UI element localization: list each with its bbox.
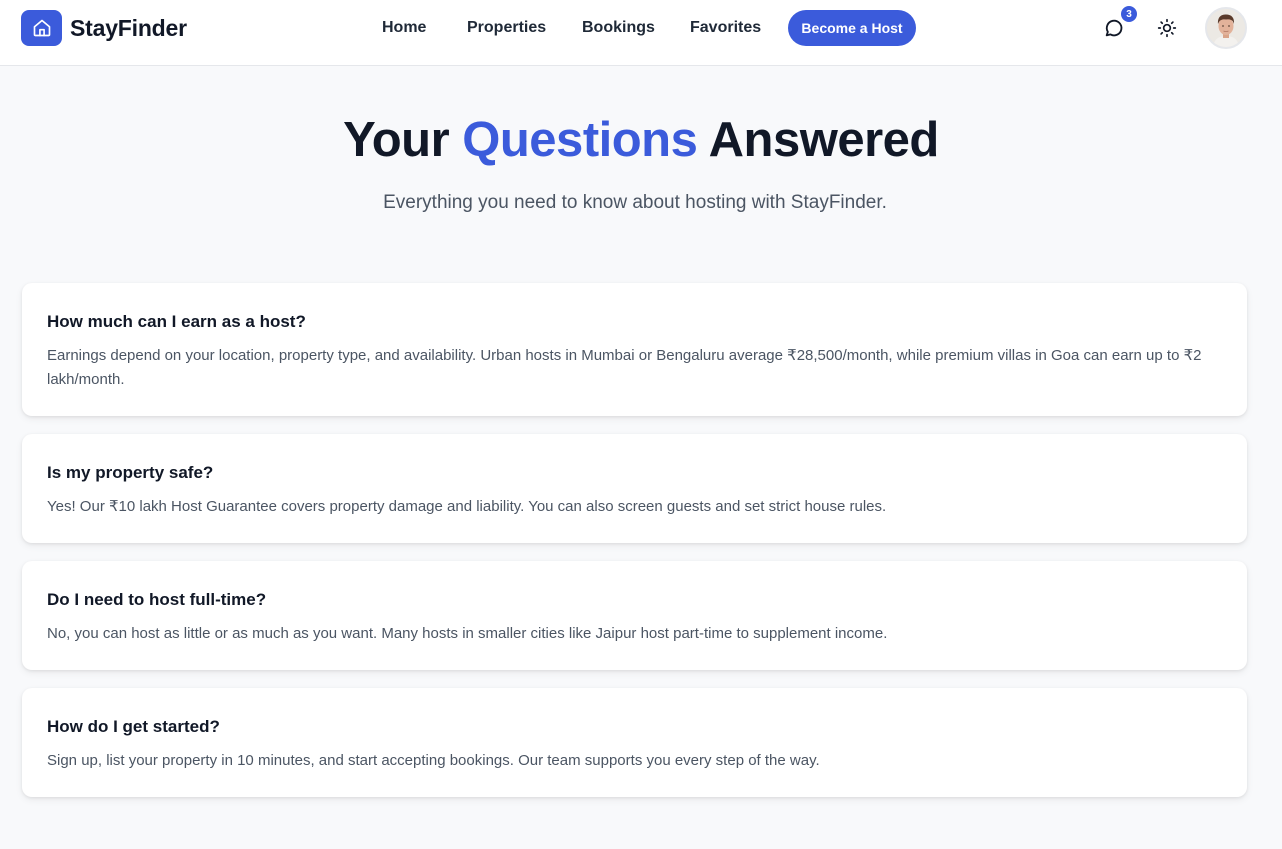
become-host-button[interactable]: Become a Host xyxy=(788,10,916,46)
messages-count-badge: 3 xyxy=(1121,6,1137,22)
title-part-1: Your xyxy=(343,113,450,167)
nav-bookings[interactable]: Bookings xyxy=(582,10,655,46)
main-nav: Home Properties Bookings Favorites xyxy=(0,10,1282,46)
sun-icon[interactable] xyxy=(1153,14,1181,42)
nav-properties[interactable]: Properties xyxy=(467,10,546,46)
faq-answer: Sign up, list your property in 10 minute… xyxy=(47,752,820,769)
title-part-2: Answered xyxy=(708,113,940,167)
faq-question: How do I get started? xyxy=(47,717,220,736)
nav-home[interactable]: Home xyxy=(382,10,426,46)
faq-item[interactable]: Do I need to host full-time? No, you can… xyxy=(22,561,1247,670)
title-accent: Questions xyxy=(462,113,698,167)
page-subtitle: Everything you need to know about hostin… xyxy=(383,192,887,213)
faq-item[interactable]: How do I get started? Sign up, list your… xyxy=(22,688,1247,797)
faq-answer: Yes! Our ₹10 lakh Host Guarantee covers … xyxy=(47,498,887,515)
faq-question: How much can I earn as a host? xyxy=(47,312,306,331)
page-title: Your Questions Answered xyxy=(0,112,1282,168)
user-avatar[interactable] xyxy=(1205,7,1247,49)
nav-favorites[interactable]: Favorites xyxy=(690,10,761,46)
faq-question: Do I need to host full-time? xyxy=(47,590,267,609)
top-navbar: StayFinder Home Properties Bookings Favo… xyxy=(0,0,1282,66)
faq-item[interactable]: Is my property safe? Yes! Our ₹10 lakh H… xyxy=(22,434,1247,543)
faq-answer: Earnings depend on your location, proper… xyxy=(47,347,1202,388)
faq-question: Is my property safe? xyxy=(47,463,214,482)
faq-item[interactable]: How much can I earn as a host? Earnings … xyxy=(22,283,1247,416)
faq-answer: No, you can host as little or as much as… xyxy=(47,625,888,642)
